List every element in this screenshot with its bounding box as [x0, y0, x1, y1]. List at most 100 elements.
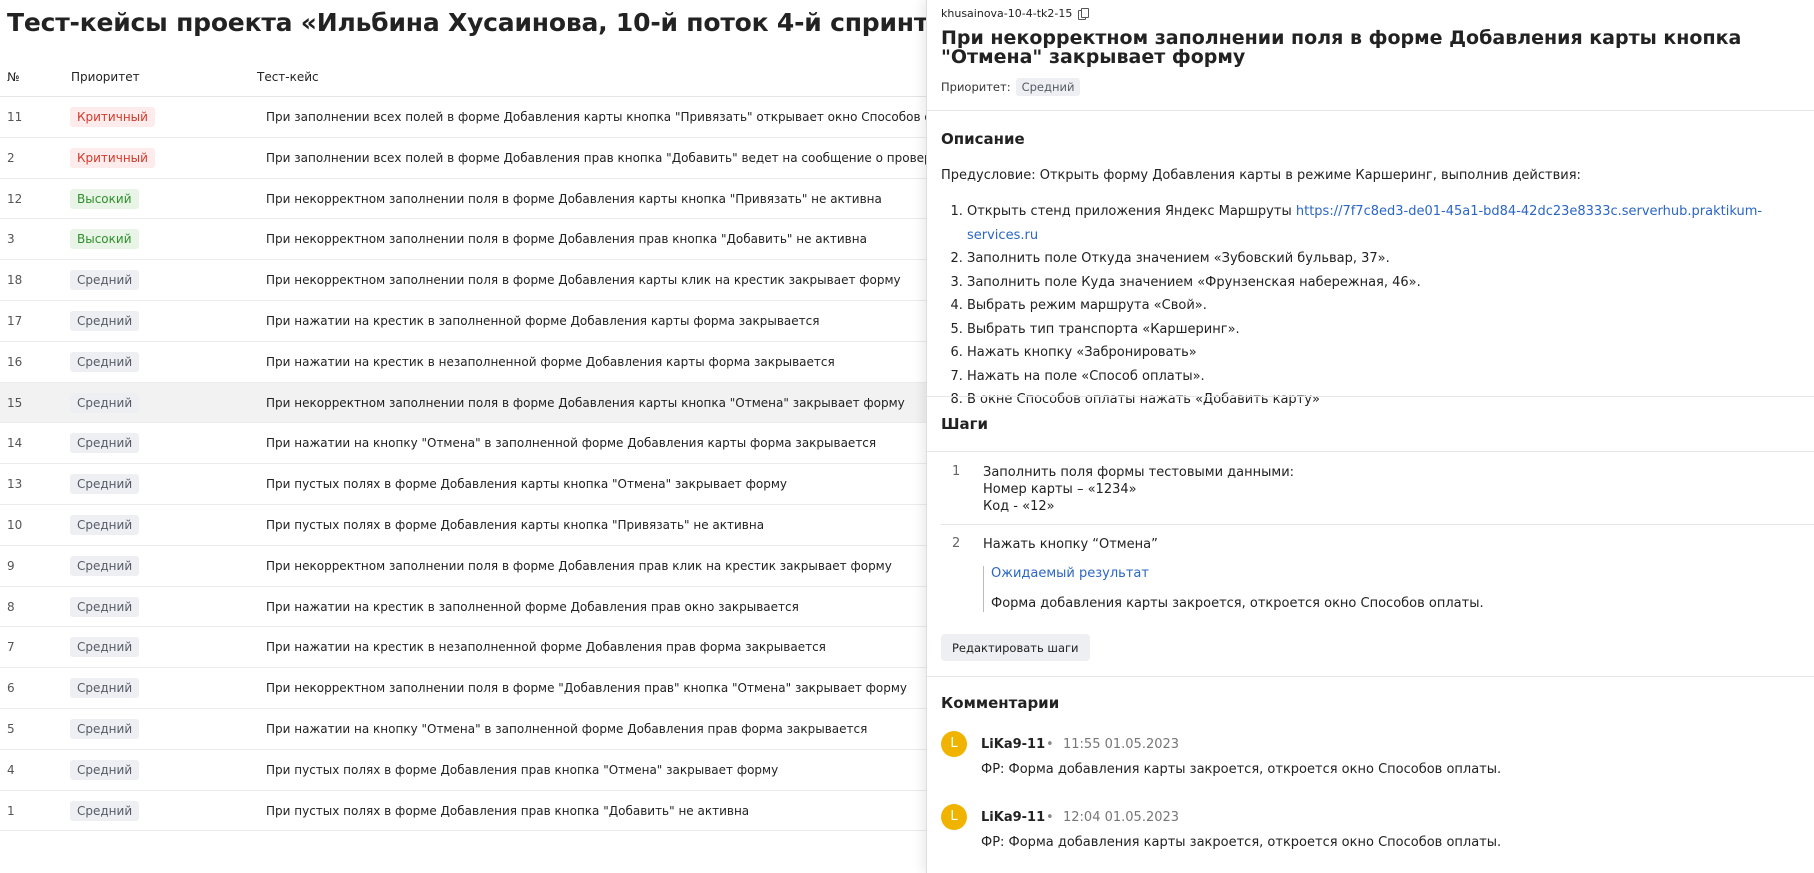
test-case-title[interactable]: При нажатии на кнопку "Отмена" в заполне… — [266, 722, 867, 736]
table-row[interactable]: 11 Критичный При заполнении всех полей в ф… — [0, 97, 926, 138]
test-case-title[interactable]: При некорректном заполнении поля в форме… — [266, 396, 905, 410]
row-number: 14 — [7, 436, 23, 451]
test-case-title[interactable]: При пустых полях в форме Добавления прав… — [266, 763, 778, 777]
table-row[interactable]: 5 Средний При нажатии на кнопку "Отмена" в… — [0, 709, 926, 750]
row-number: 16 — [7, 354, 23, 369]
table-row[interactable]: 4 Средний При пустых полях в форме Добавле… — [0, 750, 926, 791]
priority-badge[interactable]: Средний — [1015, 78, 1081, 96]
divider — [941, 524, 1814, 525]
row-number: 17 — [7, 313, 23, 328]
column-header-number[interactable]: № — [7, 70, 19, 84]
row-number: 5 — [7, 721, 15, 736]
table-row[interactable]: 3 Высокий При некорректном заполнении поля… — [0, 219, 926, 261]
test-case-title[interactable]: При пустых полях в форме Добавления карт… — [266, 477, 787, 491]
row-number: 8 — [7, 599, 15, 614]
column-header-test-case[interactable]: Тест-кейс — [257, 70, 319, 84]
test-case-title[interactable]: При нажатии на крестик в незаполненной ф… — [266, 355, 835, 369]
comment-time: 11:55 01.05.2023 — [1063, 737, 1180, 752]
step-text: Нажать кнопку “Отмена” — [983, 537, 1158, 552]
comments-heading: Комментарии — [941, 694, 1060, 712]
expected-result-label: Ожидаемый результат — [991, 566, 1149, 581]
test-case-title[interactable]: При некорректном заполнении поля в форме… — [266, 559, 892, 573]
table-row[interactable]: 2 Критичный При заполнении всех полей в фо… — [0, 138, 926, 179]
row-number: 6 — [7, 681, 15, 696]
table-row[interactable]: 13 Средний При пустых полях в форме Добавл… — [0, 464, 926, 505]
comment: L LiKa9-11 • 11:55 01.05.2023 ФР: Форма … — [941, 731, 1801, 781]
avatar[interactable]: L — [941, 804, 967, 830]
table-row[interactable]: 9 Средний При некорректном заполнении поля… — [0, 546, 926, 587]
expected-result-text: Форма добавления карты закроется, открое… — [991, 596, 1484, 611]
test-case-title[interactable]: При пустых полях в форме Добавления прав… — [266, 804, 749, 818]
table-row[interactable]: 6 Средний При некорректном заполнении поля… — [0, 668, 926, 709]
priority-badge: Средний — [70, 514, 140, 535]
avatar[interactable]: L — [941, 731, 967, 757]
test-case-title[interactable]: При пустых полях в форме Добавления карт… — [266, 518, 764, 532]
list-item: В окне Способов оплаты нажать «Добавить … — [967, 388, 1814, 412]
row-number: 13 — [7, 477, 23, 492]
test-case-title[interactable]: При некорректном заполнении поля в форме… — [266, 273, 901, 287]
test-case-title[interactable]: При заполнении всех полей в форме Добавл… — [266, 151, 926, 165]
row-number: 7 — [7, 640, 15, 655]
comment-text: ФР: Форма добавления карты закроется, от… — [981, 762, 1502, 777]
comment-time: 12:04 01.05.2023 — [1063, 810, 1180, 825]
priority-badge: Средний — [70, 555, 140, 576]
test-case-title[interactable]: При нажатии на крестик в незаполненной ф… — [266, 640, 826, 654]
priority-badge: Средний — [70, 678, 140, 699]
step-1[interactable]: 1 Заполнить поля формы тестовыми данными… — [941, 464, 1801, 520]
edit-steps-button[interactable]: Редактировать шаги — [941, 634, 1090, 661]
test-case-title[interactable]: При нажатии на крестик в заполненной фор… — [266, 600, 799, 614]
table-row[interactable]: 14 Средний При нажатии на кнопку "Отмена" … — [0, 423, 926, 465]
priority-badge: Средний — [70, 718, 140, 739]
priority-badge: Высокий — [70, 229, 139, 250]
table-row[interactable]: 1 Средний При пустых полях в форме Добавле… — [0, 791, 926, 832]
column-header-priority[interactable]: Приоритет — [71, 70, 140, 84]
test-case-title[interactable]: При заполнении всех полей в форме Добавл… — [266, 110, 926, 124]
separator-dot: • — [1046, 810, 1054, 825]
priority-badge: Средний — [70, 596, 140, 617]
steps-heading: Шаги — [941, 415, 988, 433]
table-row[interactable]: 10 Средний При пустых полях в форме Добавл… — [0, 505, 926, 546]
priority-badge: Средний — [70, 351, 140, 372]
table-row[interactable]: 15 Средний При некорректном заполнении пол… — [0, 382, 926, 424]
priority-badge: Критичный — [70, 147, 155, 168]
test-case-title[interactable]: При нажатии на крестик в заполненной фор… — [266, 314, 819, 328]
step-number: 1 — [952, 464, 961, 479]
priority-badge: Средний — [70, 637, 140, 658]
table-row[interactable]: 12 Высокий При некорректном заполнении пол… — [0, 179, 926, 220]
comment: L LiKa9-11 • 12:04 01.05.2023 ФР: Форма … — [941, 804, 1801, 854]
test-case-title[interactable]: При нажатии на кнопку "Отмена" в заполне… — [266, 436, 876, 450]
table-row[interactable]: 8 Средний При нажатии на крестик в заполне… — [0, 587, 926, 628]
table-row[interactable]: 16 Средний При нажатии на крестик в незапо… — [0, 342, 926, 383]
copy-icon[interactable] — [1078, 8, 1090, 20]
test-case-title[interactable]: При некорректном заполнении поля в форме… — [266, 681, 907, 695]
priority-badge: Средний — [70, 310, 140, 331]
test-case-code: khusainova-10-4-tk2-15 — [941, 7, 1090, 20]
divider — [927, 396, 1814, 397]
table-row[interactable]: 18 Средний При некорректном заполнении пол… — [0, 260, 926, 301]
step-2[interactable]: 2 Нажать кнопку “Отмена” — [941, 536, 1801, 556]
test-case-title[interactable]: При некорректном заполнении поля в форме… — [266, 232, 867, 246]
description-heading: Описание — [941, 130, 1025, 148]
row-number: 10 — [7, 517, 23, 532]
table-row[interactable]: 7 Средний При нажатии на крестик в незапол… — [0, 627, 926, 669]
page-title: Тест-кейсы проекта «Ильбина Хусаинова, 1… — [7, 8, 926, 37]
comment-author[interactable]: LiKa9-11 — [981, 737, 1045, 752]
table-header: № Приоритет Тест-кейс — [0, 62, 926, 97]
row-number: 11 — [7, 110, 23, 124]
row-number: 2 — [7, 150, 15, 165]
table-row[interactable]: 17 Средний При нажатии на крестик в заполн… — [0, 301, 926, 342]
divider — [927, 676, 1814, 677]
list-item: Открыть стенд приложения Яндекс Маршруты… — [967, 200, 1814, 247]
row-number: 3 — [7, 232, 15, 247]
test-case-code-text: khusainova-10-4-tk2-15 — [941, 7, 1073, 20]
test-case-priority: Приоритет: Средний — [941, 78, 1081, 96]
test-case-title[interactable]: При некорректном заполнении поля в форме… — [266, 192, 882, 206]
test-case-title: При некорректном заполнении поля в форме… — [941, 27, 1742, 68]
table-body: 11 Критичный При заполнении всех полей в ф… — [0, 97, 926, 832]
list-item: Заполнить поле Куда значением «Фрунзенск… — [967, 271, 1814, 295]
row-number: 15 — [7, 395, 23, 410]
step-text: Заполнить поля формы тестовыми данными: … — [983, 465, 1295, 514]
comment-author[interactable]: LiKa9-11 — [981, 810, 1045, 825]
priority-badge: Средний — [70, 270, 140, 291]
divider — [927, 451, 1814, 452]
